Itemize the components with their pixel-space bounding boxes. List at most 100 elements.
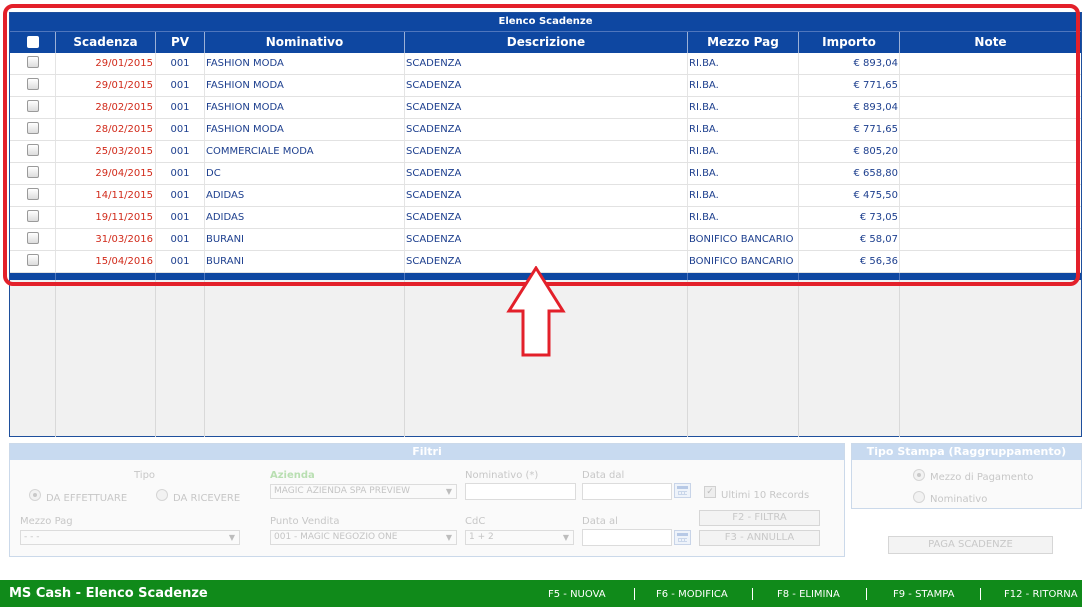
table-row[interactable]: 29/01/2015 001 FASHION MODA SCADENZA RI.BA. €… <box>10 53 1081 75</box>
cell-descrizione: SCADENZA <box>405 163 688 184</box>
scadenze-grid: Elenco Scadenze Scadenza PV Nominativo D… <box>9 12 1082 437</box>
data-al-input[interactable] <box>582 529 672 546</box>
f5-nuova-button[interactable]: F5 - NUOVA <box>548 589 606 600</box>
f6-modifica-button[interactable]: F6 - MODIFICA <box>656 589 728 600</box>
calendar-icon[interactable] <box>674 483 691 498</box>
mezzo-pag-select[interactable]: - - - ▼ <box>20 530 240 545</box>
column-header-importo[interactable]: Importo <box>799 32 900 54</box>
ultimi-10-label: Ultimi 10 Records <box>721 490 810 501</box>
row-checkbox[interactable] <box>10 185 56 206</box>
row-checkbox[interactable] <box>10 251 56 272</box>
separator <box>634 588 635 600</box>
table-row[interactable]: 29/04/2015 001 DC SCADENZA RI.BA. € 658,80 <box>10 163 1081 185</box>
table-row[interactable]: 28/02/2015 001 FASHION MODA SCADENZA RI.BA. €… <box>10 97 1081 119</box>
up-arrow-icon <box>506 266 566 357</box>
column-header-mezzo-pag[interactable]: Mezzo Pag <box>688 32 799 54</box>
app-title: MS Cash - Elenco Scadenze <box>9 586 208 601</box>
cdc-select[interactable]: 1 + 2 ▼ <box>465 530 574 545</box>
cell-nominativo: FASHION MODA <box>205 75 405 96</box>
row-checkbox[interactable] <box>10 163 56 184</box>
f12-ritorna-button[interactable]: F12 - RITORNA <box>1004 589 1078 600</box>
select-all-checkbox[interactable] <box>10 32 56 54</box>
column-header-pv[interactable]: PV <box>156 32 205 54</box>
cell-note <box>900 119 1081 140</box>
cell-note <box>900 251 1081 272</box>
radio-da-ricevere[interactable] <box>156 489 168 501</box>
cell-note <box>900 75 1081 96</box>
cell-importo: € 658,80 <box>799 163 900 184</box>
cell-mezzo-pag: RI.BA. <box>688 53 799 74</box>
punto-vendita-label: Punto Vendita <box>270 516 340 527</box>
cell-importo: € 893,04 <box>799 53 900 74</box>
chevron-down-icon: ▼ <box>445 487 452 496</box>
row-checkbox[interactable] <box>10 229 56 250</box>
cell-mezzo-pag: RI.BA. <box>688 207 799 228</box>
cell-mezzo-pag: RI.BA. <box>688 75 799 96</box>
cell-descrizione: SCADENZA <box>405 141 688 162</box>
cell-nominativo: BURANI <box>205 229 405 250</box>
data-dal-input[interactable] <box>582 483 672 500</box>
calendar-icon[interactable] <box>674 530 691 545</box>
table-row[interactable]: 29/01/2015 001 FASHION MODA SCADENZA RI.BA. €… <box>10 75 1081 97</box>
filtra-button[interactable]: F2 - FILTRA <box>699 510 820 526</box>
cell-importo: € 475,50 <box>799 185 900 206</box>
cell-pv: 001 <box>156 185 205 206</box>
column-header-note[interactable]: Note <box>900 32 1081 54</box>
column-header-scadenza[interactable]: Scadenza <box>56 32 156 54</box>
ultimi-10-checkbox[interactable]: ✓ <box>704 486 716 498</box>
tipo-stampa-panel: Tipo Stampa (Raggruppamento) Mezzo di Pa… <box>851 443 1082 509</box>
f8-elimina-button[interactable]: F8 - ELIMINA <box>777 589 840 600</box>
cell-importo: € 771,65 <box>799 75 900 96</box>
table-row[interactable]: 25/03/2015 001 COMMERCIALE MODA SCADENZA RI.… <box>10 141 1081 163</box>
data-dal-label: Data dal <box>582 470 625 481</box>
cell-nominativo: ADIDAS <box>205 207 405 228</box>
cell-descrizione: SCADENZA <box>405 97 688 118</box>
radio-mezzo-pagamento[interactable] <box>913 469 925 481</box>
cell-scadenza: 19/11/2015 <box>56 207 156 228</box>
cell-importo: € 805,20 <box>799 141 900 162</box>
radio-nominativo-label: Nominativo <box>930 494 988 505</box>
punto-vendita-select[interactable]: 001 - MAGIC NEGOZIO ONE ▼ <box>270 530 457 545</box>
cell-importo: € 893,04 <box>799 97 900 118</box>
cell-descrizione: SCADENZA <box>405 75 688 96</box>
cell-nominativo: DC <box>205 163 405 184</box>
cell-nominativo: FASHION MODA <box>205 97 405 118</box>
azienda-label: Azienda <box>270 470 315 481</box>
azienda-select[interactable]: MAGIC AZIENDA SPA PREVIEW ▼ <box>270 484 457 499</box>
status-bar: MS Cash - Elenco Scadenze F5 - NUOVA F6 … <box>0 580 1082 607</box>
filters-title: Filtri <box>10 444 844 460</box>
row-checkbox[interactable] <box>10 207 56 228</box>
table-row[interactable]: 14/11/2015 001 ADIDAS SCADENZA RI.BA. € 475,5… <box>10 185 1081 207</box>
radio-da-effettuare[interactable] <box>29 489 41 501</box>
cell-nominativo: BURANI <box>205 251 405 272</box>
table-row[interactable]: 19/11/2015 001 ADIDAS SCADENZA RI.BA. € 73,05 <box>10 207 1081 229</box>
cell-nominativo: ADIDAS <box>205 185 405 206</box>
data-al-label: Data al <box>582 516 618 527</box>
chevron-down-icon: ▼ <box>228 533 235 542</box>
cell-pv: 001 <box>156 53 205 74</box>
chevron-down-icon: ▼ <box>562 533 569 542</box>
nominativo-input[interactable] <box>465 483 576 500</box>
column-header-descrizione[interactable]: Descrizione <box>405 32 688 54</box>
cell-note <box>900 207 1081 228</box>
row-checkbox[interactable] <box>10 97 56 118</box>
table-row[interactable]: 31/03/2016 001 BURANI SCADENZA BONIFICO BANC… <box>10 229 1081 251</box>
row-checkbox[interactable] <box>10 75 56 96</box>
filters-panel: Filtri Tipo DA EFFETTUARE DA RICEVERE Az… <box>9 443 845 557</box>
radio-nominativo[interactable] <box>913 491 925 503</box>
f9-stampa-button[interactable]: F9 - STAMPA <box>893 589 954 600</box>
cell-descrizione: SCADENZA <box>405 229 688 250</box>
cell-pv: 001 <box>156 207 205 228</box>
annulla-button[interactable]: F3 - ANNULLA <box>699 530 820 546</box>
cell-importo: € 73,05 <box>799 207 900 228</box>
row-checkbox[interactable] <box>10 141 56 162</box>
tipo-label: Tipo <box>134 470 156 481</box>
cell-pv: 001 <box>156 75 205 96</box>
cell-mezzo-pag: RI.BA. <box>688 119 799 140</box>
row-checkbox[interactable] <box>10 53 56 74</box>
table-row[interactable]: 28/02/2015 001 FASHION MODA SCADENZA RI.BA. €… <box>10 119 1081 141</box>
paga-scadenze-button[interactable]: PAGA SCADENZE <box>888 536 1053 554</box>
row-checkbox[interactable] <box>10 119 56 140</box>
column-header-nominativo[interactable]: Nominativo <box>205 32 405 54</box>
radio-da-effettuare-label: DA EFFETTUARE <box>46 493 128 504</box>
